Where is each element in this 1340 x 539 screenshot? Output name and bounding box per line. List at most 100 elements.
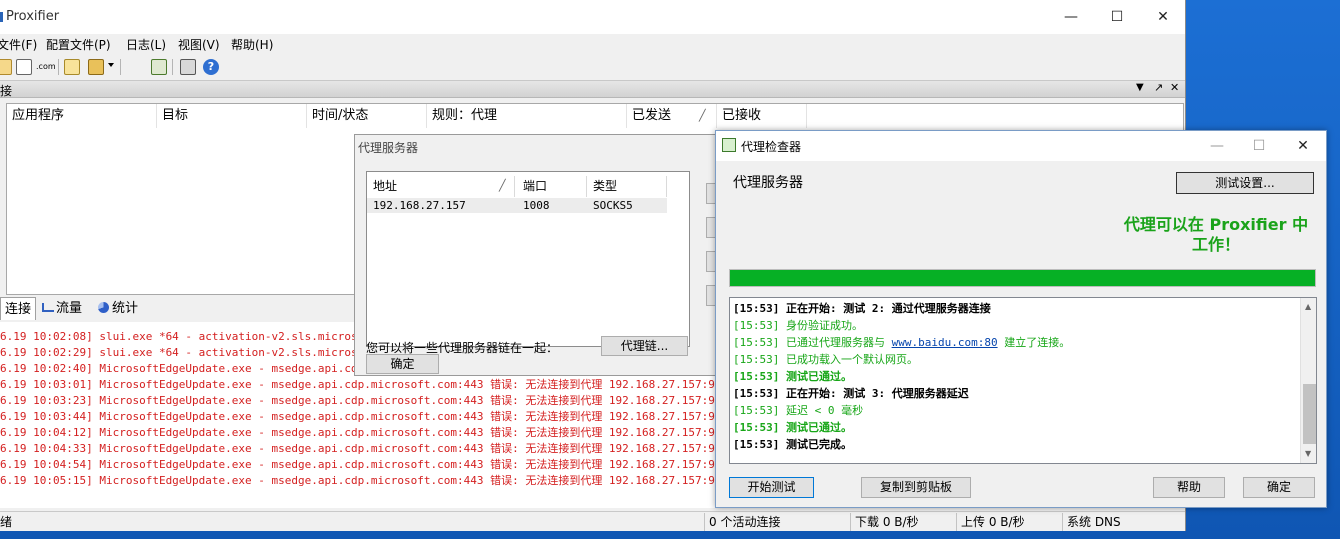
minimize-button[interactable]: — [1048,0,1094,34]
checker-log-line: [15:53] 身份验证成功。 [733,319,863,332]
checker-log-line: [15:53] 延迟 < 0 毫秒 [733,404,864,417]
menu-view[interactable]: 视图(V) [178,36,220,53]
checker-log-text: 建立了连接。 [997,336,1071,349]
connections-panel-title: 接 [0,84,13,98]
tab-statistics[interactable]: 统计 [94,297,142,320]
app-title: Proxifier [6,9,60,24]
checker-ok-button[interactable]: 确定 [1243,477,1315,498]
proxifier-logo-icon [0,12,3,22]
status-ready: 绪 [0,515,13,529]
column-port[interactable]: 端口 [517,176,587,197]
log-line: 6.19 10:03:44] MicrosoftEdgeUpdate.exe -… [0,410,766,423]
status-dns-mode: 系统 DNS [1062,513,1185,531]
checker-heading: 代理服务器 [733,175,803,191]
checker-close-button[interactable]: ✕ [1280,131,1326,161]
tab-connections[interactable]: 连接 [0,297,37,320]
tab-traffic[interactable]: 流量 [38,297,86,320]
menu-profile[interactable]: 配置文件(P) [46,36,111,53]
panel-close-icon[interactable]: ✕ [1170,81,1179,94]
main-titlebar[interactable]: Proxifier — ☐ ✕ [0,0,1185,34]
sort-indicator-icon: ╱ [699,109,706,122]
tab-traffic-label: 流量 [56,301,83,316]
menu-file[interactable]: 文件(F) [0,36,37,53]
toolbar-separator [58,59,59,75]
column-application[interactable]: 应用程序 [7,104,157,128]
open-profile-icon[interactable] [64,59,80,75]
save-profile-icon[interactable] [88,59,104,75]
column-target[interactable]: 目标 [157,104,307,128]
proxy-dialog-ok-button[interactable]: 确定 [366,354,439,374]
checker-log[interactable]: [15:53] 正在开始: 测试 2: 通过代理服务器连接 [15:53] 身份… [729,297,1317,464]
panel-menu-icon[interactable]: ▼ [1136,82,1144,93]
log-line: 6.19 10:02:29] slui.exe *64 - activation… [0,346,391,359]
column-address[interactable]: 地址 [367,176,515,197]
panel-undock-icon[interactable]: ↗ [1154,81,1163,94]
copy-to-clipboard-button[interactable]: 复制到剪贴板 [861,477,971,498]
statusbar: 绪 0 个活动连接 下载 0 B/秒 上传 0 B/秒 系统 DNS [0,511,1185,531]
proxy-dialog-title: 代理服务器 [358,141,419,155]
check-result-line-1: 代理可以在 Proxifier 中 [1123,215,1309,234]
menubar: 文件(F) 配置文件(P) 日志(L) 视图(V) 帮助(H) [0,34,1185,54]
checker-maximize-button[interactable]: ☐ [1236,131,1282,161]
proxy-type-cell[interactable]: SOCKS5 [587,198,667,213]
checker-minimize-button[interactable]: — [1194,131,1240,161]
statistics-pie-icon [98,302,109,313]
dropdown-icon[interactable] [108,63,114,67]
checker-titlebar[interactable]: 代理检查器 — ☐ ✕ [716,131,1326,161]
status-upload-rate: 上传 0 B/秒 [956,513,1062,531]
log-line: 6.19 10:04:33] MicrosoftEdgeUpdate.exe -… [0,442,766,455]
new-profile-icon[interactable] [0,59,12,75]
scroll-up-icon[interactable]: ▲ [1305,302,1311,311]
help-icon[interactable]: ? [203,59,219,75]
toolbar-separator [120,59,121,75]
proxy-address-cell[interactable]: 192.168.27.157 [367,198,517,213]
dns-icon[interactable]: .com [36,59,56,75]
column-rule-proxy[interactable]: 规则：代理 [427,104,627,128]
status-active-connections: 0 个活动连接 [704,513,850,531]
import-icon[interactable] [151,59,167,75]
proxy-checker-icon [722,138,736,152]
toolbar: .com ? [0,56,1185,78]
column-received[interactable]: 已接收 [717,104,807,128]
column-type[interactable]: 类型 [587,176,667,197]
checker-log-line: [15:53] 正在开始: 测试 3: 代理服务器延迟 [733,387,969,400]
print-icon[interactable] [180,59,196,75]
check-progress-fill [730,270,1315,286]
toolbar-separator [172,59,173,75]
column-time-status[interactable]: 时间/状态 [307,104,427,128]
log-line: 6.19 10:02:40] MicrosoftEdgeUpdate.exe -… [0,362,391,375]
log-line: 6.19 10:04:12] MicrosoftEdgeUpdate.exe -… [0,426,766,439]
proxy-servers-dialog: 代理服务器 地址 ╱ 端口 类型 192.168.27.157 1008 SOC… [354,134,726,376]
scroll-down-icon[interactable]: ▼ [1305,449,1311,458]
log-line: 6.19 10:04:54] MicrosoftEdgeUpdate.exe -… [0,458,766,471]
checker-title: 代理检查器 [741,140,802,154]
checker-log-text: [15:53] 已通过代理服务器与 [733,336,892,349]
checker-log-scrollbar[interactable]: ▲ ▼ [1300,298,1316,463]
close-button[interactable]: ✕ [1140,0,1185,34]
log-line: 6.19 10:02:08] slui.exe *64 - activation… [0,330,391,343]
checker-log-line: [15:53] 测试已完成。 [733,438,852,451]
start-test-button[interactable]: 开始测试 [729,477,814,498]
proxy-servers-icon[interactable] [16,59,32,75]
log-line: 6.19 10:05:15] MicrosoftEdgeUpdate.exe -… [0,474,766,487]
checker-log-line: [15:53] 测试已通过。 [733,370,852,383]
proxy-servers-table[interactable]: 地址 ╱ 端口 类型 192.168.27.157 1008 SOCKS5 [366,171,690,347]
proxy-port-cell[interactable]: 1008 [517,198,587,213]
maximize-button[interactable]: ☐ [1094,0,1140,34]
status-download-rate: 下载 0 B/秒 [850,513,956,531]
tab-connections-label: 连接 [5,302,32,317]
check-result-line-2: 工作！ [1191,235,1240,254]
menu-log[interactable]: 日志(L) [126,36,166,53]
scrollbar-thumb[interactable] [1303,384,1316,444]
sort-indicator-icon: ╱ [499,179,506,192]
proxy-chains-button[interactable]: 代理链... [601,336,688,356]
log-line: 6.19 10:03:01] MicrosoftEdgeUpdate.exe -… [0,378,766,391]
menu-help[interactable]: 帮助(H) [231,36,273,53]
traffic-chart-icon [42,303,54,312]
tab-statistics-label: 统计 [112,301,139,316]
baidu-link[interactable]: www.baidu.com:80 [892,336,998,349]
checker-help-button[interactable]: 帮助 [1153,477,1225,498]
test-settings-button[interactable]: 测试设置... [1176,172,1314,194]
check-result-message: 代理可以在 Proxifier 中 工作！ [1116,215,1316,255]
proxy-checker-dialog: 代理检查器 — ☐ ✕ 代理服务器 测试设置... 代理可以在 Proxifie… [715,130,1327,508]
